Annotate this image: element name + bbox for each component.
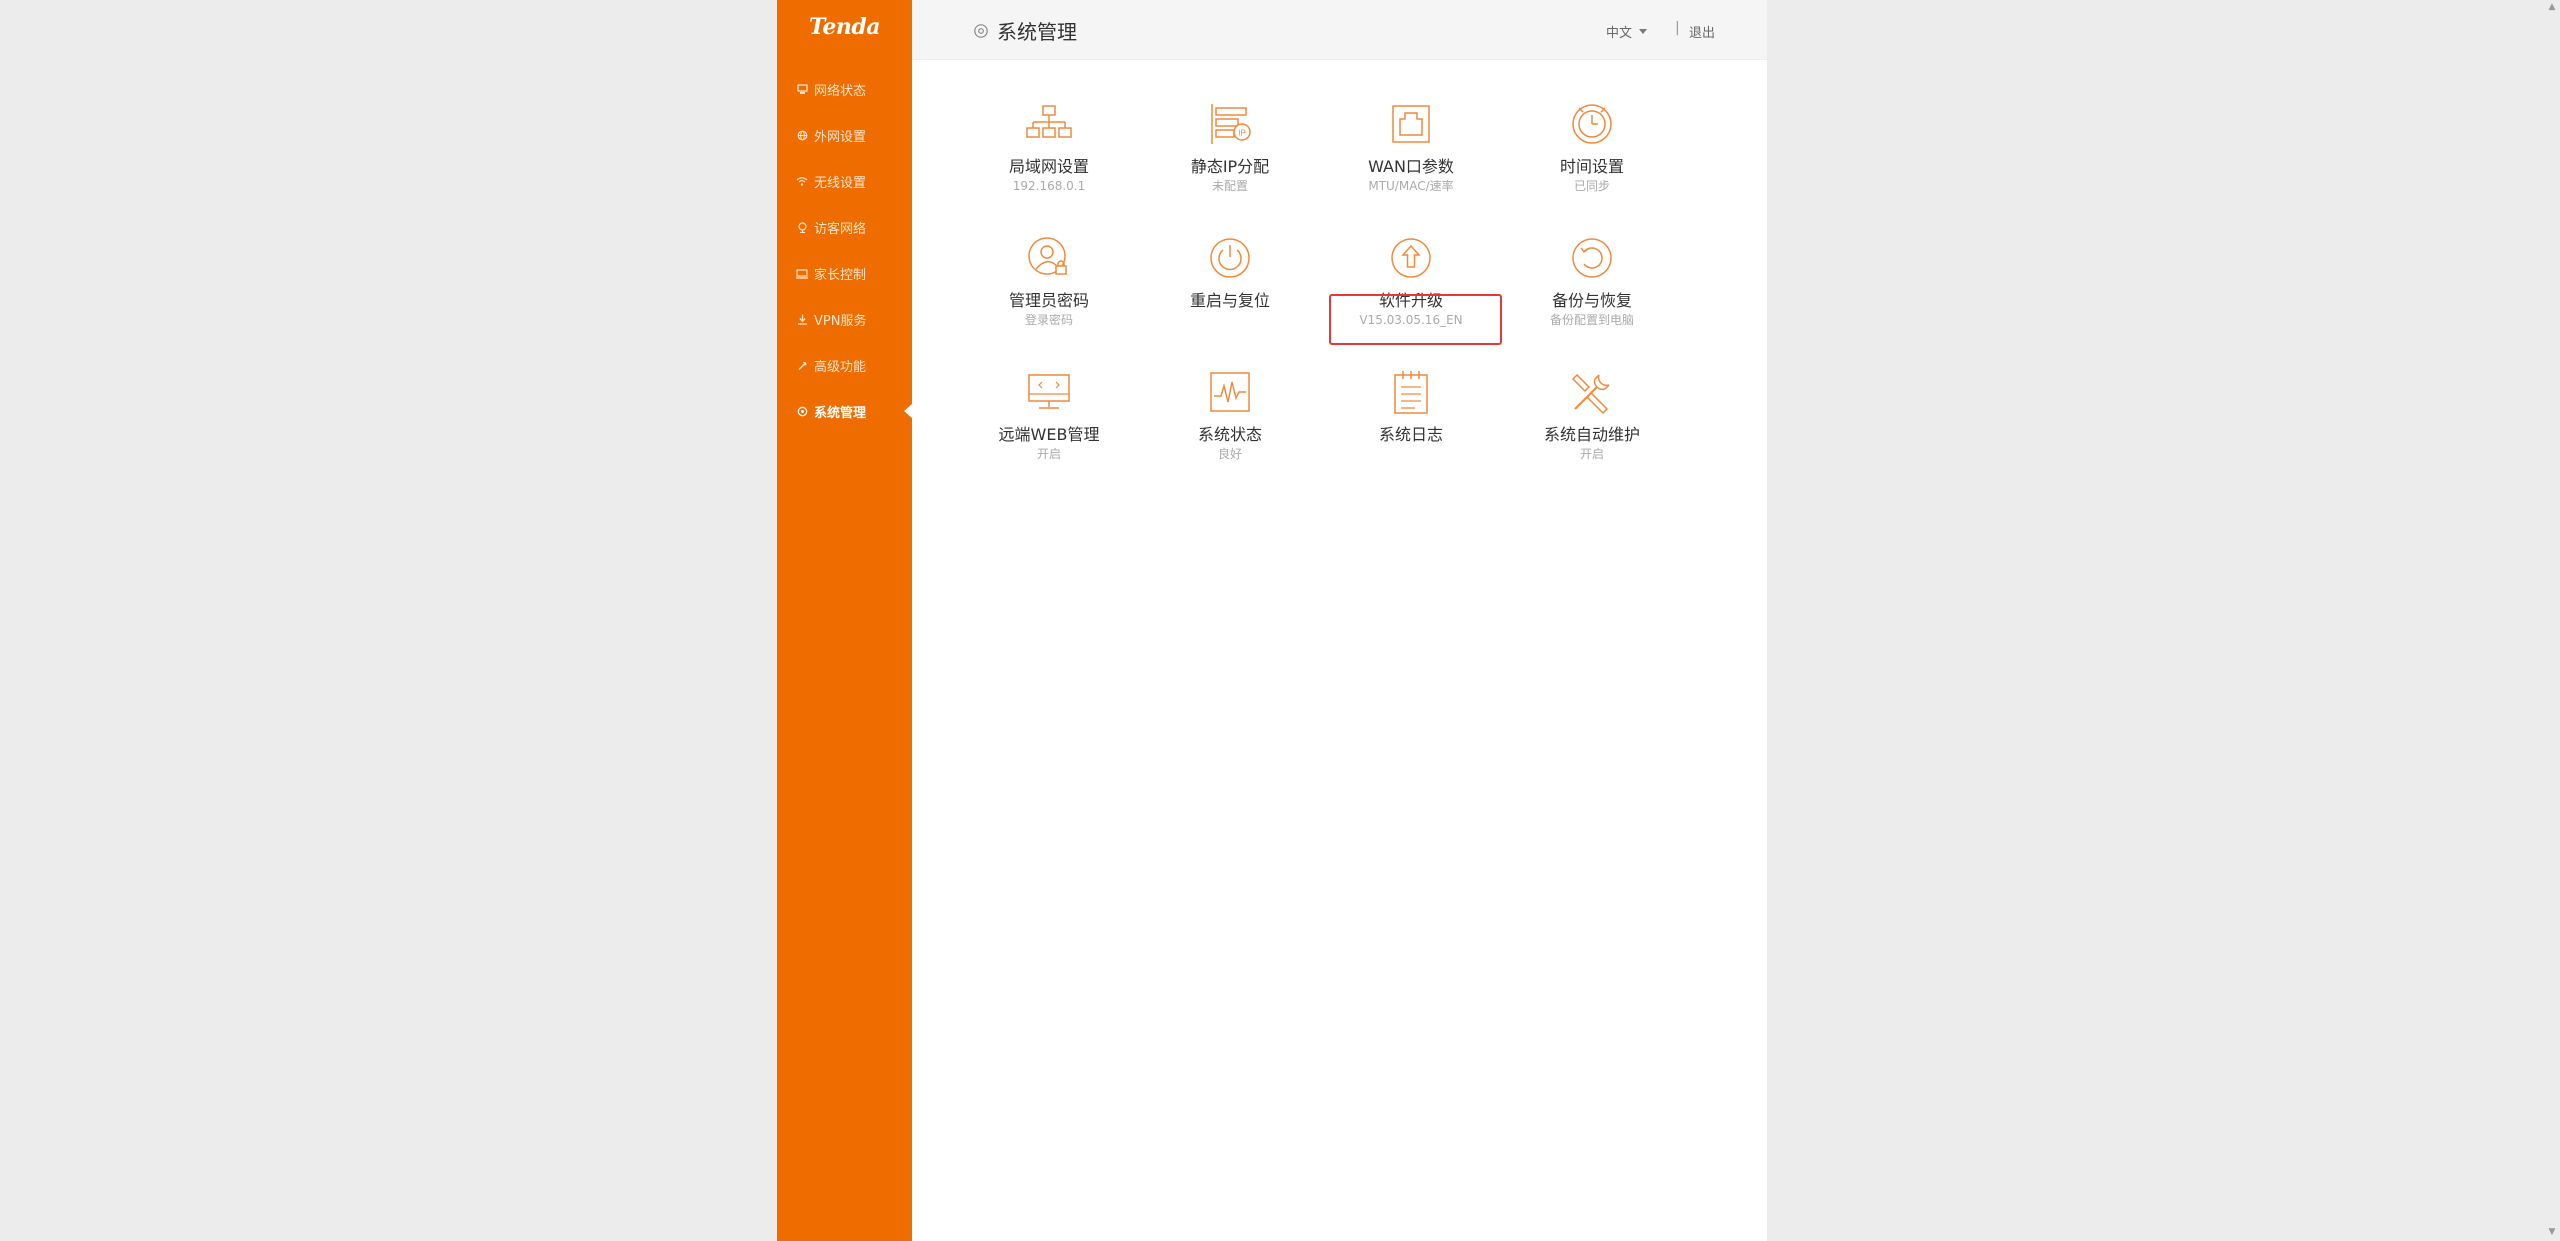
tile-label: 时间设置 [1559, 157, 1624, 176]
chevron-down-icon [1639, 29, 1648, 34]
tile-lan-settings[interactable]: 局域网设置 192.168.0.1 [964, 100, 1134, 194]
header-separator: | [1675, 20, 1680, 36]
lan-topology-icon [1026, 105, 1072, 138]
tile-subtext: 未配置 [1211, 179, 1248, 193]
tile-backup-restore[interactable]: 备份与恢复 备份配置到电脑 [1507, 234, 1677, 328]
backup-restore-icon [1572, 238, 1612, 278]
gear-icon [973, 23, 989, 39]
tile-label: 系统自动维护 [1543, 425, 1640, 444]
guest-icon [793, 221, 811, 233]
tile-remote-web[interactable]: 远端WEB管理 开启 [964, 368, 1134, 462]
sidebar-item-wan-settings[interactable]: 外网设置 [777, 112, 912, 158]
upgrade-arrow-icon [1391, 238, 1431, 278]
tile-label: 管理员密码 [1008, 291, 1089, 310]
power-icon [1210, 238, 1250, 278]
tile-subtext: 备份配置到电脑 [1549, 313, 1634, 327]
svg-text:IP: IP [1238, 129, 1246, 138]
sidebar-item-guest-network[interactable]: 访客网络 [777, 204, 912, 250]
tile-label: 静态IP分配 [1190, 157, 1270, 176]
sidebar-item-label: 无线设置 [814, 175, 867, 191]
tile-subtext: 开启 [1036, 447, 1061, 461]
language-label: 中文 [1606, 26, 1633, 41]
tile-time-settings[interactable]: 时间设置 已同步 [1507, 100, 1677, 194]
wrench-icon [793, 360, 811, 371]
sidebar-item-label: 访客网络 [814, 221, 867, 237]
tile-reboot-reset[interactable]: 重启与复位 [1145, 234, 1315, 312]
scroll-down-arrow[interactable]: ▼ [2547, 1227, 2557, 1237]
tile-label: 软件升级 [1378, 291, 1443, 310]
tile-label: WAN口参数 [1368, 157, 1454, 176]
tile-system-status[interactable]: 系统状态 良好 [1145, 368, 1315, 462]
sidebar-item-advanced[interactable]: 高级功能 [777, 342, 912, 388]
page-title: 系统管理 [973, 16, 1077, 45]
page-title-text: 系统管理 [997, 20, 1077, 44]
scroll-up-arrow[interactable]: ▲ [2547, 2, 2557, 12]
sidebar-item-system-management[interactable]: 系统管理 [777, 388, 913, 434]
sidebar: Tenda 网络状态 外网设置 无线设置 访客网络 家长控制 VPN服务 高级功… [777, 0, 913, 1241]
tile-static-ip[interactable]: IP 静态IP分配 未配置 [1145, 100, 1315, 194]
admin-lock-icon [1028, 237, 1067, 275]
clock-icon [1572, 104, 1612, 144]
tile-label: 备份与恢复 [1551, 291, 1632, 310]
tile-subtext: 登录密码 [1024, 313, 1073, 327]
tile-subtext: 良好 [1217, 447, 1242, 461]
sidebar-item-label: 系统管理 [814, 405, 867, 421]
gear-icon [793, 406, 811, 417]
sidebar-item-label: 高级功能 [814, 359, 867, 375]
tile-subtext: 已同步 [1573, 179, 1610, 193]
system-log-icon [1394, 371, 1428, 414]
tile-subtext: 开启 [1579, 447, 1604, 461]
tile-label: 重启与复位 [1189, 291, 1270, 310]
sidebar-item-label: VPN服务 [814, 313, 867, 329]
logout-link[interactable]: 退出 [1689, 22, 1715, 41]
sidebar-item-wireless-settings[interactable]: 无线设置 [777, 158, 912, 204]
tile-label: 远端WEB管理 [998, 425, 1100, 444]
vpn-icon [793, 314, 811, 325]
tile-label: 系统日志 [1378, 425, 1443, 444]
sidebar-nav: 网络状态 外网设置 无线设置 访客网络 家长控制 VPN服务 高级功能 系统管理 [777, 66, 913, 434]
sidebar-item-label: 家长控制 [814, 267, 867, 283]
wifi-icon [793, 176, 811, 187]
sidebar-item-label: 网络状态 [814, 83, 867, 99]
tenda-logo: Tenda [809, 14, 880, 40]
tile-label: 系统状态 [1197, 425, 1262, 444]
sidebar-item-label: 外网设置 [814, 129, 867, 145]
top-bar: 系统管理 中文 | 退出 [912, 0, 1767, 60]
tile-subtext: MTU/MAC/速率 [1368, 179, 1454, 193]
auto-maintenance-icon [1571, 373, 1610, 415]
language-select[interactable]: 中文 [1606, 22, 1648, 41]
wan-port-icon [1392, 105, 1430, 143]
tile-subtext: V15.03.05.16_EN [1359, 313, 1463, 327]
globe-icon [793, 130, 811, 141]
parental-control-icon [793, 268, 811, 279]
tile-subtext: 192.168.0.1 [1012, 179, 1086, 193]
sidebar-item-parental-control[interactable]: 家长控制 [777, 250, 912, 296]
tile-admin-password[interactable]: 管理员密码 登录密码 [964, 234, 1134, 328]
tile-label: 局域网设置 [1008, 157, 1089, 176]
tile-auto-maintenance[interactable]: 系统自动维护 开启 [1507, 368, 1677, 462]
remote-web-icon [1028, 374, 1070, 409]
tile-wan-params[interactable]: WAN口参数 MTU/MAC/速率 [1326, 100, 1496, 194]
sidebar-item-vpn-service[interactable]: VPN服务 [777, 296, 912, 342]
tile-system-log[interactable]: 系统日志 [1326, 368, 1496, 446]
static-ip-icon: IP [1211, 104, 1251, 144]
network-status-icon [793, 83, 811, 95]
sidebar-item-network-status[interactable]: 网络状态 [777, 66, 912, 112]
system-status-icon [1210, 372, 1250, 412]
tile-software-upgrade[interactable]: 软件升级 V15.03.05.16_EN [1326, 234, 1496, 328]
